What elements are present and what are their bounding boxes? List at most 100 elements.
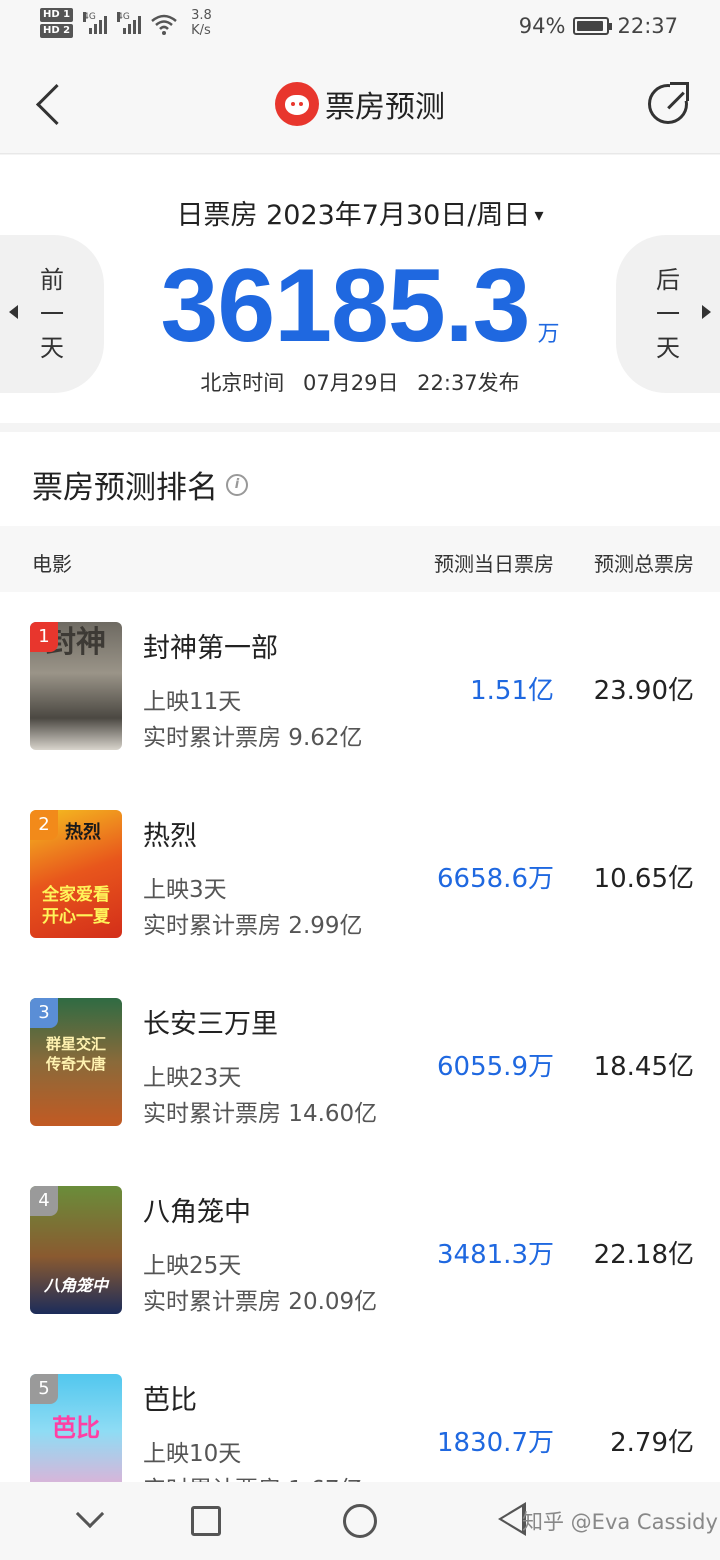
movie-name: 热烈 [143,821,197,852]
chevron-down-icon[interactable] [75,1499,105,1529]
status-right: 94% 22:37 [519,14,678,38]
movie-poster[interactable]: 热烈 全家爱看 开心一夏 2 [30,810,122,938]
box-office-summary: 日票房 2023年7月30日/周日 ▾ 36185.3 万 北京时间 07月29日 … [0,155,720,423]
predicted-day-value: 6658.6万 [437,864,554,894]
signal-icon-2: 4G [117,12,142,34]
movie-days: 上映11天 [143,689,242,715]
movie-name: 芭比 [143,1385,197,1416]
arrow-left-icon [9,305,18,319]
battery-percent: 94% [518,14,566,38]
publish-time: 北京时间 07月29日 22:37发布 [0,367,720,397]
rank-badge: 2 [30,810,58,840]
poster-title: 八角笼中 [43,1276,108,1295]
predicted-day-value: 3481.3万 [437,1240,554,1270]
next-day-char-2: 一 [656,300,680,328]
movie-days: 上映25天 [143,1253,242,1279]
movie-cumulative: 实时累计票房 20.09亿 [143,1289,378,1315]
movie-days: 上映3天 [143,877,227,903]
system-nav-bar: 知乎 @Eva Cassidy [0,1482,720,1560]
movie-name: 长安三万里 [143,1009,278,1040]
predicted-day-value: 1.51亿 [470,676,554,706]
publish-time-value: 22:37发布 [417,371,520,395]
rank-badge: 3 [30,998,58,1028]
battery-icon [573,17,613,35]
predicted-total-value: 18.45亿 [593,1052,694,1082]
movie-days: 上映10天 [143,1441,242,1467]
total-box-office: 36185.3 万 [0,247,720,366]
recent-apps-icon[interactable] [191,1506,221,1536]
predicted-total-value: 2.79亿 [610,1428,694,1458]
table-row[interactable]: 八角笼中 4 八角笼中 上映25天 实时累计票房 20.09亿 3481.3万 … [0,1156,720,1344]
rank-badge: 5 [30,1374,58,1404]
poster-slogan-2: 开心一夏 [42,907,110,927]
movie-cumulative: 实时累计票房 9.62亿 [143,725,363,751]
poster-title: 芭比 [52,1414,100,1442]
title-group: 票房预测 [0,82,720,126]
movie-poster[interactable]: 封神 1 [30,622,122,750]
movie-days: 上映23天 [143,1065,242,1091]
network-type-2: 4G [117,12,130,22]
wifi-icon [151,14,177,35]
movie-poster[interactable]: 群星交汇 传奇大唐 3 [30,998,122,1126]
share-icon[interactable] [648,82,689,124]
arrow-right-icon [702,305,711,319]
prev-day-char-1: 前 [40,266,64,294]
sim1-badge: HD 1 [40,8,74,22]
network-speed: 3.8 K/s [191,8,212,38]
rank-badge: 1 [30,622,58,652]
status-left: HD 1 HD 2 4G 4G 3.8 K/s [40,8,212,38]
info-icon[interactable]: i [226,473,248,496]
col-movie: 电影 [32,552,72,576]
movie-name: 封神第一部 [143,633,278,664]
movie-poster[interactable]: 八角笼中 4 [30,1186,122,1314]
publish-date: 07月29日 [303,371,399,395]
col-predicted-day[interactable]: 预测当日票房 [434,548,554,577]
signal-icon: 4G [83,12,108,34]
next-day-button[interactable]: 后 一 天 [616,235,720,393]
table-row[interactable]: 封神 1 封神第一部 上映11天 实时累计票房 9.62亿 1.51亿 23.9… [0,592,720,780]
page-title: 票房预测 [325,90,445,125]
app-bar: 票房预测 [0,56,720,154]
predicted-total-value: 10.65亿 [593,864,694,894]
prev-day-button[interactable]: 前 一 天 [0,235,104,393]
total-value: 36185.3 [160,248,531,364]
movie-cumulative: 实时累计票房 2.99亿 [143,913,363,939]
movie-poster[interactable]: 芭比 5 [30,1374,122,1482]
movie-cumulative: 实时累计票房 14.60亿 [143,1101,378,1127]
maoyan-logo-icon [275,82,319,126]
table-row[interactable]: 热烈 全家爱看 开心一夏 2 热烈 上映3天 实时累计票房 2.99亿 6658… [0,780,720,968]
prev-day-char-2: 一 [40,300,64,328]
next-day-char-1: 后 [656,266,680,294]
prev-day-char-3: 天 [40,334,64,362]
status-bar: HD 1 HD 2 4G 4G 3.8 K/s 94% 22:37 [0,0,720,56]
date-label: 日票房 2023年7月30日/周日 [176,200,531,231]
caret-down-icon: ▾ [534,205,544,226]
publish-prefix: 北京时间 [200,371,285,395]
movie-cumulative: 实时累计票房 1.67亿 [143,1470,363,1482]
network-type-1: 4G [83,12,96,22]
predicted-total-value: 23.90亿 [593,676,694,706]
col-predicted-total[interactable]: 预测总票房 [594,548,694,577]
predicted-total-value: 22.18亿 [593,1240,694,1270]
sim-indicators: HD 1 HD 2 [40,8,74,38]
table-row[interactable]: 芭比 5 芭比 上映10天 实时累计票房 1.67亿 1830.7万 2.79亿 [0,1344,720,1482]
predicted-day-value: 1830.7万 [437,1428,554,1458]
home-icon[interactable] [343,1504,377,1538]
poster-slogan: 群星交汇 传奇大唐 [45,1035,106,1073]
rank-badge: 4 [30,1186,58,1216]
table-row[interactable]: 群星交汇 传奇大唐 3 长安三万里 上映23天 实时累计票房 14.60亿 60… [0,968,720,1156]
next-day-char-3: 天 [656,334,680,362]
total-unit: 万 [537,322,560,347]
clock: 22:37 [617,14,678,38]
sim2-badge: HD 2 [40,24,74,38]
speed-unit: K/s [191,23,211,38]
ranking-section: 票房预测排名 i 电影 预测当日票房 预测总票房 封神 1 封神第一部 上映11… [0,432,720,1482]
speed-value: 3.8 [191,8,212,23]
ranking-title-text: 票房预测排名 [32,470,218,506]
table-header: 电影 预测当日票房 预测总票房 [0,526,720,592]
ranking-title: 票房预测排名 i [32,462,248,507]
predicted-day-value: 6055.9万 [437,1052,554,1082]
date-selector[interactable]: 日票房 2023年7月30日/周日 ▾ [0,193,720,232]
movie-name: 八角笼中 [143,1197,251,1228]
watermark: 知乎 @Eva Cassidy [522,1510,718,1534]
